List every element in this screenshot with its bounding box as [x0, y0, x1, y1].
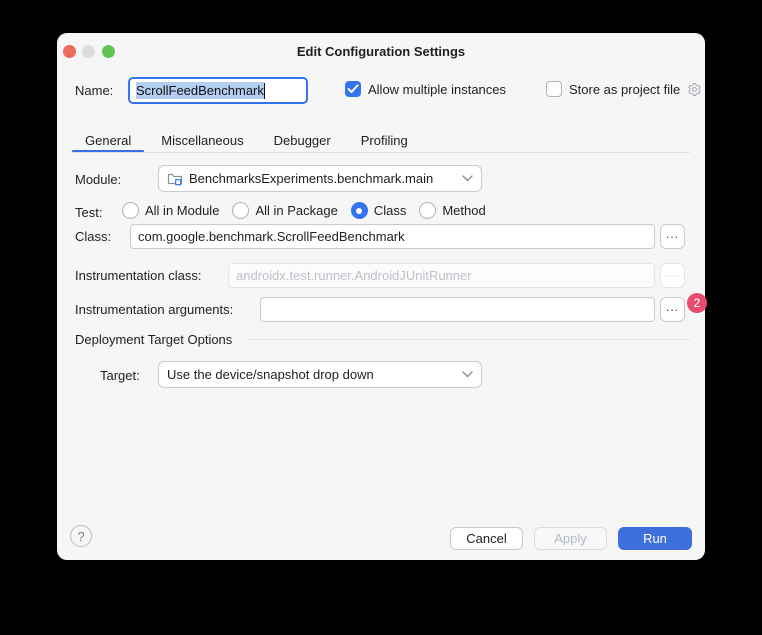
test-radio-group: All in Module All in Package Class Metho… [122, 202, 486, 219]
gear-icon[interactable] [687, 82, 702, 97]
test-label: Test: [75, 205, 102, 220]
module-dropdown-value: BenchmarksExperiments.benchmark.main [189, 171, 433, 186]
tab-miscellaneous-label: Miscellaneous [161, 133, 243, 148]
instrumentation-class-field: androidx.test.runner.AndroidJUnitRunner [228, 263, 655, 288]
target-label: Target: [100, 368, 140, 383]
edit-configuration-dialog: Edit Configuration Settings Name: Scroll… [57, 33, 705, 560]
radio-unselected-icon [232, 202, 249, 219]
instrumentation-class-field-value: androidx.test.runner.AndroidJUnitRunner [236, 268, 472, 283]
instrumentation-class-browse-button: ... [660, 263, 685, 288]
radio-class-label: Class [374, 203, 407, 218]
tab-miscellaneous[interactable]: Miscellaneous [148, 127, 256, 153]
checkbox-checked-icon [345, 81, 361, 97]
tab-bar: General Miscellaneous Debugger Profiling [72, 127, 421, 153]
tab-general[interactable]: General [72, 127, 144, 153]
apply-button: Apply [534, 527, 607, 550]
radio-method[interactable]: Method [419, 202, 485, 219]
tab-debugger[interactable]: Debugger [261, 127, 344, 153]
module-icon [167, 171, 183, 187]
instrumentation-arguments-field[interactable] [260, 297, 655, 322]
run-button[interactable]: Run [618, 527, 692, 550]
name-label: Name: [75, 83, 113, 98]
module-label: Module: [75, 172, 121, 187]
radio-selected-icon [351, 202, 368, 219]
deployment-target-options-header: Deployment Target Options [75, 332, 232, 347]
instrumentation-arguments-browse-button[interactable]: ... [660, 297, 685, 322]
module-dropdown[interactable]: BenchmarksExperiments.benchmark.main [158, 165, 482, 192]
name-input-value: ScrollFeedBenchmark [136, 82, 264, 99]
target-dropdown[interactable]: Use the device/snapshot drop down [158, 361, 482, 388]
class-label: Class: [75, 229, 111, 244]
instrumentation-arguments-label: Instrumentation arguments: [75, 302, 233, 317]
name-input[interactable]: ScrollFeedBenchmark [128, 77, 308, 104]
tab-profiling-label: Profiling [361, 133, 408, 148]
allow-multiple-instances-label: Allow multiple instances [368, 82, 506, 97]
chevron-down-icon [462, 175, 473, 182]
radio-unselected-icon [419, 202, 436, 219]
tab-debugger-label: Debugger [274, 133, 331, 148]
tab-divider [72, 152, 690, 153]
radio-all-in-module[interactable]: All in Module [122, 202, 219, 219]
radio-all-in-module-label: All in Module [145, 203, 219, 218]
store-as-project-file-checkbox[interactable]: Store as project file [546, 81, 702, 97]
radio-unselected-icon [122, 202, 139, 219]
radio-class[interactable]: Class [351, 202, 407, 219]
text-caret [264, 83, 266, 99]
radio-all-in-package-label: All in Package [255, 203, 337, 218]
target-dropdown-value: Use the device/snapshot drop down [167, 367, 374, 382]
chevron-down-icon [462, 371, 473, 378]
checkbox-unchecked-icon [546, 81, 562, 97]
tab-profiling[interactable]: Profiling [348, 127, 421, 153]
question-mark-icon: ? [77, 529, 84, 544]
class-field[interactable]: com.google.benchmark.ScrollFeedBenchmark [130, 224, 655, 249]
cancel-button[interactable]: Cancel [450, 527, 523, 550]
section-divider [249, 339, 690, 340]
class-field-value: com.google.benchmark.ScrollFeedBenchmark [138, 229, 405, 244]
store-as-project-file-label: Store as project file [569, 82, 680, 97]
radio-method-label: Method [442, 203, 485, 218]
allow-multiple-instances-checkbox[interactable]: Allow multiple instances [345, 81, 506, 97]
help-button[interactable]: ? [70, 525, 92, 547]
instrumentation-class-label: Instrumentation class: [75, 268, 201, 283]
notification-count-badge: 2 [687, 293, 707, 313]
dialog-title: Edit Configuration Settings [57, 44, 705, 59]
class-browse-button[interactable]: ... [660, 224, 685, 249]
radio-all-in-package[interactable]: All in Package [232, 202, 337, 219]
tab-general-label: General [85, 133, 131, 148]
